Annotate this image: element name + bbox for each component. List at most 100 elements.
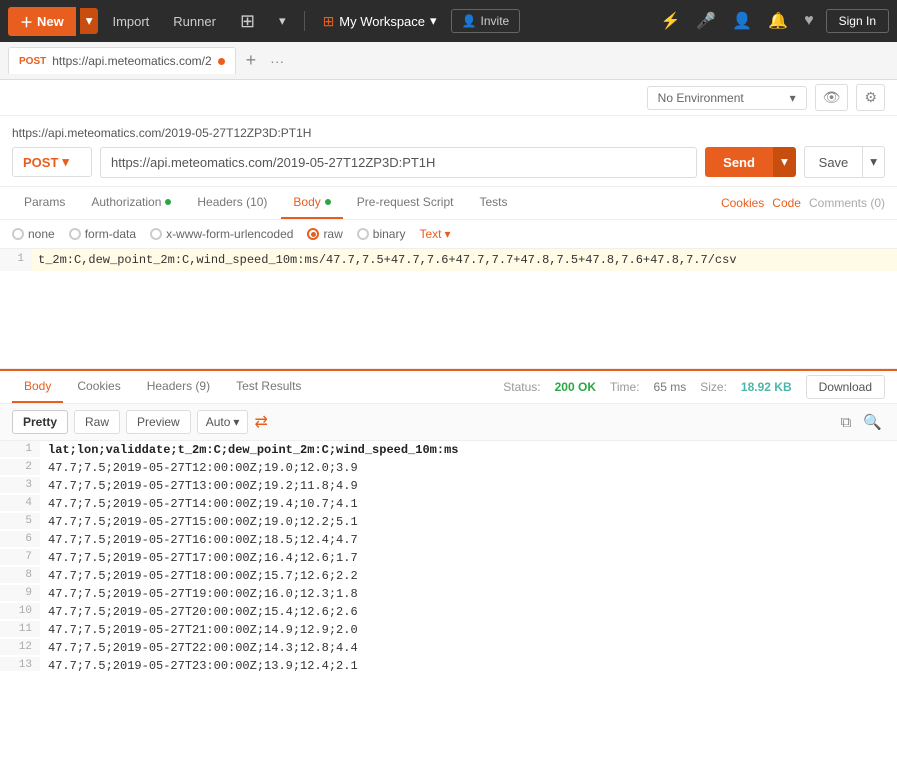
save-btn-group: Save ▾ <box>804 146 885 178</box>
response-toolbar: Pretty Raw Preview Auto ▾ ⇄ ⧉ 🔍 <box>0 404 897 441</box>
body-text-selector[interactable]: Text ▾ <box>419 227 450 241</box>
response-line: 847.7;7.5;2019-05-27T18:00:00Z;15.7;12.6… <box>0 567 897 585</box>
resp-line-content: 47.7;7.5;2019-05-27T19:00:00Z;16.0;12.3;… <box>40 585 897 603</box>
save-dropdown-arrow[interactable]: ▾ <box>863 146 885 178</box>
tests-label: Tests <box>479 195 507 209</box>
new-button[interactable]: ＋ New <box>8 7 76 36</box>
tab-body[interactable]: Body <box>281 187 342 219</box>
resp-tab-body[interactable]: Body <box>12 371 63 403</box>
request-body-editor[interactable]: 1 t_2m:C,dew_point_2m:C,wind_speed_10m:m… <box>0 249 897 369</box>
auth-dot <box>165 199 171 205</box>
response-line: 447.7;7.5;2019-05-27T14:00:00Z;19.4;10.7… <box>0 495 897 513</box>
time-label: Time: <box>610 380 640 394</box>
body-type-bar: none form-data x-www-form-urlencoded raw… <box>0 220 897 249</box>
invite-button[interactable]: 👤 Invite <box>451 9 521 33</box>
body-type-none[interactable]: none <box>12 227 55 241</box>
body-dot <box>325 199 331 205</box>
format-selector[interactable]: Auto ▾ <box>197 410 249 434</box>
workspace-icon: ⊞ <box>323 13 335 30</box>
body-type-raw[interactable]: raw <box>307 227 342 241</box>
resp-tab-test-results[interactable]: Test Results <box>224 371 313 403</box>
send-dropdown-arrow[interactable]: ▾ <box>773 147 796 177</box>
body-type-urlencoded[interactable]: x-www-form-urlencoded <box>150 227 293 241</box>
sync-icon-btn[interactable]: 👤 <box>728 7 756 35</box>
response-line: 947.7;7.5;2019-05-27T19:00:00Z;16.0;12.3… <box>0 585 897 603</box>
resp-line-number: 11 <box>0 621 40 637</box>
workspace-button[interactable]: ⊞ My Workspace ▾ <box>313 8 447 35</box>
cookies-link[interactable]: Cookies <box>721 196 764 210</box>
resp-line-content: 47.7;7.5;2019-05-27T23:00:00Z;13.9;12.4;… <box>40 657 897 671</box>
tab-modified-dot <box>218 58 225 65</box>
resp-line-number: 12 <box>0 639 40 655</box>
resp-status-area: Status: 200 OK Time: 65 ms Size: 18.92 K… <box>503 375 885 399</box>
new-dropdown-arrow[interactable]: ▾ <box>80 8 99 34</box>
add-tab-button[interactable]: + <box>240 50 263 71</box>
copy-response-button[interactable]: ⧉ <box>838 410 855 434</box>
method-selector[interactable]: POST ▾ <box>12 147 92 177</box>
response-line: 1247.7;7.5;2019-05-27T22:00:00Z;14.3;12.… <box>0 639 897 657</box>
download-button[interactable]: Download <box>806 375 885 399</box>
resp-line-number: 9 <box>0 585 40 601</box>
runner-button[interactable]: Runner <box>163 9 226 34</box>
resp-line-number: 8 <box>0 567 40 583</box>
signin-button[interactable]: Sign In <box>826 9 889 33</box>
response-line: 1347.7;7.5;2019-05-27T23:00:00Z;13.9;12.… <box>0 657 897 671</box>
auth-label: Authorization <box>91 195 161 209</box>
send-button[interactable]: Send <box>705 147 773 177</box>
resp-line-number: 6 <box>0 531 40 547</box>
more-tabs-button[interactable]: ··· <box>266 53 288 69</box>
request-tab[interactable]: POST https://api.meteomatics.com/2 <box>8 47 236 74</box>
response-body: 1lat;lon;validdate;t_2m:C;dew_point_2m:C… <box>0 441 897 671</box>
comments-link[interactable]: Comments (0) <box>809 196 885 210</box>
save-button[interactable]: Save <box>804 146 864 178</box>
tab-authorization[interactable]: Authorization <box>79 187 183 219</box>
tab-headers[interactable]: Headers (10) <box>185 187 279 219</box>
import-button[interactable]: Import <box>102 9 159 34</box>
heart-icon-btn[interactable]: ♥ <box>800 8 818 34</box>
notifications-icon-btn[interactable]: 🔔 <box>764 7 792 35</box>
search-response-button[interactable]: 🔍 <box>860 410 885 434</box>
view-pretty-button[interactable]: Pretty <box>12 410 68 434</box>
resp-line-content: 47.7;7.5;2019-05-27T21:00:00Z;14.9;12.9;… <box>40 621 897 639</box>
share-arrow[interactable]: ▾ <box>269 8 296 34</box>
plus-icon: ＋ <box>20 12 33 31</box>
resp-headers-label: Headers (9) <box>147 379 210 393</box>
response-line: 247.7;7.5;2019-05-27T12:00:00Z;19.0;12.0… <box>0 459 897 477</box>
new-label: New <box>37 14 64 29</box>
resp-tab-cookies[interactable]: Cookies <box>65 371 132 403</box>
text-chevron: ▾ <box>444 227 450 241</box>
body-type-binary[interactable]: binary <box>357 227 406 241</box>
url-input[interactable] <box>100 147 697 178</box>
resp-tab-headers[interactable]: Headers (9) <box>135 371 222 403</box>
resp-toolbar-right: ⧉ 🔍 <box>838 410 885 434</box>
url-display: https://api.meteomatics.com/2019-05-27T1… <box>12 124 885 146</box>
env-settings-button[interactable]: ⚙ <box>856 84 885 111</box>
resp-line-number: 4 <box>0 495 40 511</box>
env-selector[interactable]: No Environment ▾ <box>647 86 807 110</box>
resp-line-number: 13 <box>0 657 40 671</box>
urlencoded-label: x-www-form-urlencoded <box>166 227 293 241</box>
tab-prerequest[interactable]: Pre-request Script <box>345 187 466 219</box>
method-chevron: ▾ <box>62 154 69 170</box>
line-number-1: 1 <box>0 249 32 269</box>
tab-right-actions: Cookies Code Comments (0) <box>721 196 885 210</box>
share-button[interactable]: ⊞ <box>230 6 265 37</box>
headers-label: Headers (10) <box>197 195 267 209</box>
resp-line-content: 47.7;7.5;2019-05-27T16:00:00Z;18.5;12.4;… <box>40 531 897 549</box>
code-link[interactable]: Code <box>772 196 801 210</box>
view-preview-button[interactable]: Preview <box>126 410 191 434</box>
search-icon-btn[interactable]: ⚡ <box>656 7 684 35</box>
history-icon-btn[interactable]: 🎤 <box>692 7 720 35</box>
view-raw-button[interactable]: Raw <box>74 410 120 434</box>
body-type-formdata[interactable]: form-data <box>69 227 136 241</box>
env-eye-button[interactable]: 👁 <box>815 84 849 111</box>
resp-body-label: Body <box>24 379 51 393</box>
tab-params[interactable]: Params <box>12 187 77 219</box>
resp-line-content: 47.7;7.5;2019-05-27T12:00:00Z;19.0;12.0;… <box>40 459 897 477</box>
resp-line-content: lat;lon;validdate;t_2m:C;dew_point_2m:C;… <box>40 441 897 459</box>
format-label: Auto <box>206 415 231 429</box>
url-section: https://api.meteomatics.com/2019-05-27T1… <box>0 116 897 187</box>
tab-bar: POST https://api.meteomatics.com/2 + ··· <box>0 42 897 80</box>
wrap-icon[interactable]: ⇄ <box>254 412 267 432</box>
tab-tests[interactable]: Tests <box>467 187 519 219</box>
